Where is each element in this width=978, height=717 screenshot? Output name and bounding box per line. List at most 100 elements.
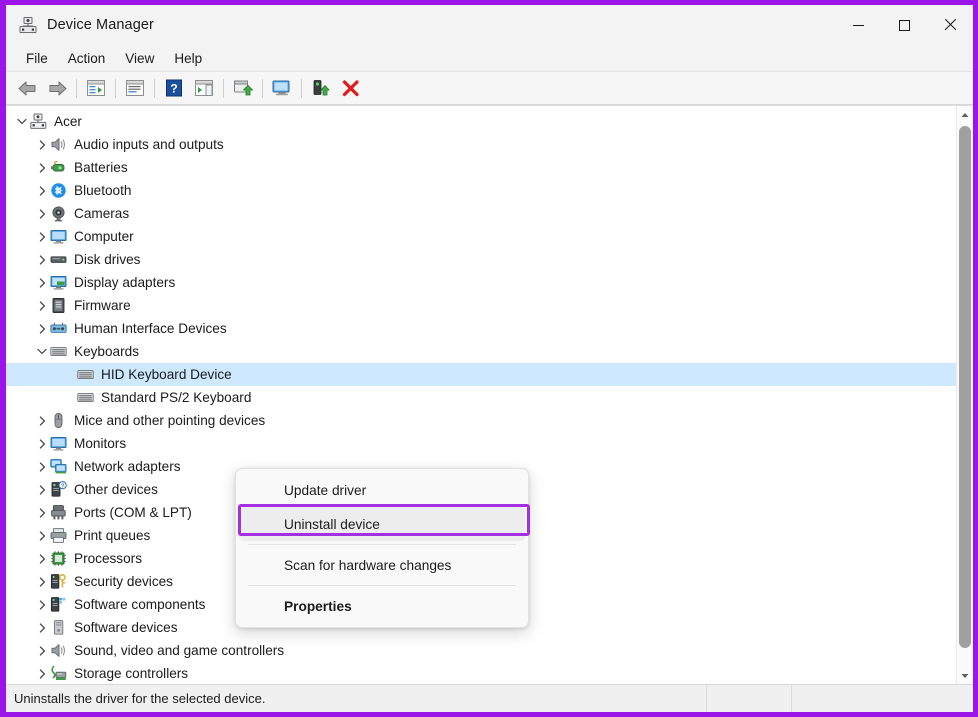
tree-item-label: Ports (COM & LPT) bbox=[74, 505, 192, 520]
tree-item[interactable]: Standard PS/2 Keyboard bbox=[6, 386, 956, 409]
window-controls bbox=[835, 5, 973, 45]
chevron-right-icon[interactable] bbox=[34, 432, 50, 455]
uninstall-device-icon[interactable] bbox=[336, 75, 366, 102]
camera-icon bbox=[50, 205, 67, 222]
toolbar-separator bbox=[301, 78, 302, 98]
toolbar-separator bbox=[154, 78, 155, 98]
chevron-right-icon[interactable] bbox=[34, 570, 50, 593]
scrollbar-thumb[interactable] bbox=[959, 126, 971, 648]
storage-controller-icon bbox=[50, 665, 67, 682]
tree-item-label: Storage controllers bbox=[74, 666, 189, 681]
toolbar-separator bbox=[223, 78, 224, 98]
vertical-scrollbar[interactable] bbox=[956, 106, 973, 684]
properties-icon[interactable] bbox=[120, 75, 150, 102]
tree-item-label: Processors bbox=[74, 551, 142, 566]
update-driver-icon[interactable] bbox=[228, 75, 258, 102]
tree-item-label: Print queues bbox=[74, 528, 151, 543]
tree-item[interactable]: Monitors bbox=[6, 432, 956, 455]
chevron-right-icon[interactable] bbox=[34, 524, 50, 547]
tree-item[interactable]: Cameras bbox=[6, 202, 956, 225]
chevron-right-icon[interactable] bbox=[34, 455, 50, 478]
tree-item[interactable]: Sound, video and game controllers bbox=[6, 639, 956, 662]
tree-item-label: Audio inputs and outputs bbox=[74, 137, 224, 152]
tree-item[interactable]: Mice and other pointing devices bbox=[6, 409, 956, 432]
tree-item[interactable]: Audio inputs and outputs bbox=[6, 133, 956, 156]
chevron-down-icon[interactable] bbox=[14, 110, 30, 133]
status-bar: Uninstalls the driver for the selected d… bbox=[6, 684, 973, 712]
computer-root-icon bbox=[30, 113, 47, 130]
menu-file[interactable]: File bbox=[16, 48, 58, 69]
menu-view[interactable]: View bbox=[115, 48, 164, 69]
scroll-up-button[interactable] bbox=[957, 106, 973, 123]
battery-icon bbox=[50, 159, 67, 176]
disk-drive-icon bbox=[50, 251, 67, 268]
toolbar-separator bbox=[76, 78, 77, 98]
context-menu-item[interactable]: Update driver bbox=[239, 473, 525, 507]
monitor-icon bbox=[50, 228, 67, 245]
tree-item[interactable]: Keyboards bbox=[6, 340, 956, 363]
help-icon[interactable]: ? bbox=[159, 75, 189, 102]
show-hide-console-tree-icon[interactable] bbox=[81, 75, 111, 102]
status-message: Uninstalls the driver for the selected d… bbox=[14, 691, 266, 706]
firmware-icon bbox=[50, 297, 67, 314]
tree-item[interactable]: Computer bbox=[6, 225, 956, 248]
context-menu[interactable]: Update driver Uninstall device Scan for ha… bbox=[235, 468, 529, 628]
chevron-right-icon[interactable] bbox=[34, 639, 50, 662]
chevron-right-icon[interactable] bbox=[34, 616, 50, 639]
minimize-icon bbox=[852, 24, 864, 26]
tree-item[interactable]: Bluetooth bbox=[6, 179, 956, 202]
enable-device-icon[interactable] bbox=[306, 75, 336, 102]
other-device-icon: ? bbox=[50, 481, 67, 498]
forward-arrow-icon[interactable] bbox=[42, 75, 72, 102]
chevron-right-icon[interactable] bbox=[34, 248, 50, 271]
context-menu-separator bbox=[248, 544, 516, 545]
scan-hardware-changes-icon[interactable] bbox=[267, 75, 297, 102]
chevron-right-icon[interactable] bbox=[34, 133, 50, 156]
chevron-right-icon[interactable] bbox=[34, 225, 50, 248]
tree-item-label: Cameras bbox=[74, 206, 130, 221]
monitor-icon bbox=[50, 435, 67, 452]
back-arrow-icon[interactable] bbox=[12, 75, 42, 102]
context-menu-item[interactable]: Properties bbox=[239, 589, 525, 623]
chevron-right-icon[interactable] bbox=[34, 179, 50, 202]
minimize-button[interactable] bbox=[835, 5, 881, 45]
chevron-right-icon[interactable] bbox=[34, 501, 50, 524]
menu-action[interactable]: Action bbox=[58, 48, 116, 69]
network-adapter-icon bbox=[50, 458, 67, 475]
scroll-down-button[interactable] bbox=[957, 667, 973, 684]
chevron-right-icon[interactable] bbox=[34, 478, 50, 501]
chevron-right-icon[interactable] bbox=[34, 547, 50, 570]
chevron-right-icon[interactable] bbox=[34, 317, 50, 340]
close-button[interactable] bbox=[927, 5, 973, 45]
bluetooth-icon bbox=[50, 182, 67, 199]
tree-item-label: Network adapters bbox=[74, 459, 181, 474]
chevron-right-icon[interactable] bbox=[34, 294, 50, 317]
tree-item[interactable]: Disk drives bbox=[6, 248, 956, 271]
speaker-icon bbox=[50, 136, 67, 153]
title-bar: Device Manager bbox=[6, 5, 973, 45]
maximize-button[interactable] bbox=[881, 5, 927, 45]
tree-item-label: Display adapters bbox=[74, 275, 176, 290]
tree-item[interactable]: Firmware bbox=[6, 294, 956, 317]
tree-item[interactable]: Storage controllers bbox=[6, 662, 956, 684]
chevron-right-icon[interactable] bbox=[34, 409, 50, 432]
window-title: Device Manager bbox=[47, 17, 154, 33]
speaker-icon bbox=[50, 642, 67, 659]
show-hide-action-pane-icon[interactable] bbox=[189, 75, 219, 102]
tree-item[interactable]: Human Interface Devices bbox=[6, 317, 956, 340]
context-menu-item[interactable]: Uninstall device bbox=[239, 507, 525, 541]
tree-item[interactable]: Acer bbox=[6, 110, 956, 133]
chevron-right-icon[interactable] bbox=[34, 662, 50, 684]
keyboard-icon bbox=[50, 343, 67, 360]
menu-help[interactable]: Help bbox=[164, 48, 212, 69]
tree-item[interactable]: Display adapters bbox=[6, 271, 956, 294]
chevron-right-icon[interactable] bbox=[34, 271, 50, 294]
context-menu-item[interactable]: Scan for hardware changes bbox=[239, 548, 525, 582]
tree-item[interactable]: Batteries bbox=[6, 156, 956, 179]
tree-item-label: Human Interface Devices bbox=[74, 321, 227, 336]
chevron-right-icon[interactable] bbox=[34, 202, 50, 225]
chevron-right-icon[interactable] bbox=[34, 593, 50, 616]
chevron-right-icon[interactable] bbox=[34, 156, 50, 179]
chevron-down-icon[interactable] bbox=[34, 340, 50, 363]
tree-item[interactable]: HID Keyboard Device bbox=[6, 363, 956, 386]
